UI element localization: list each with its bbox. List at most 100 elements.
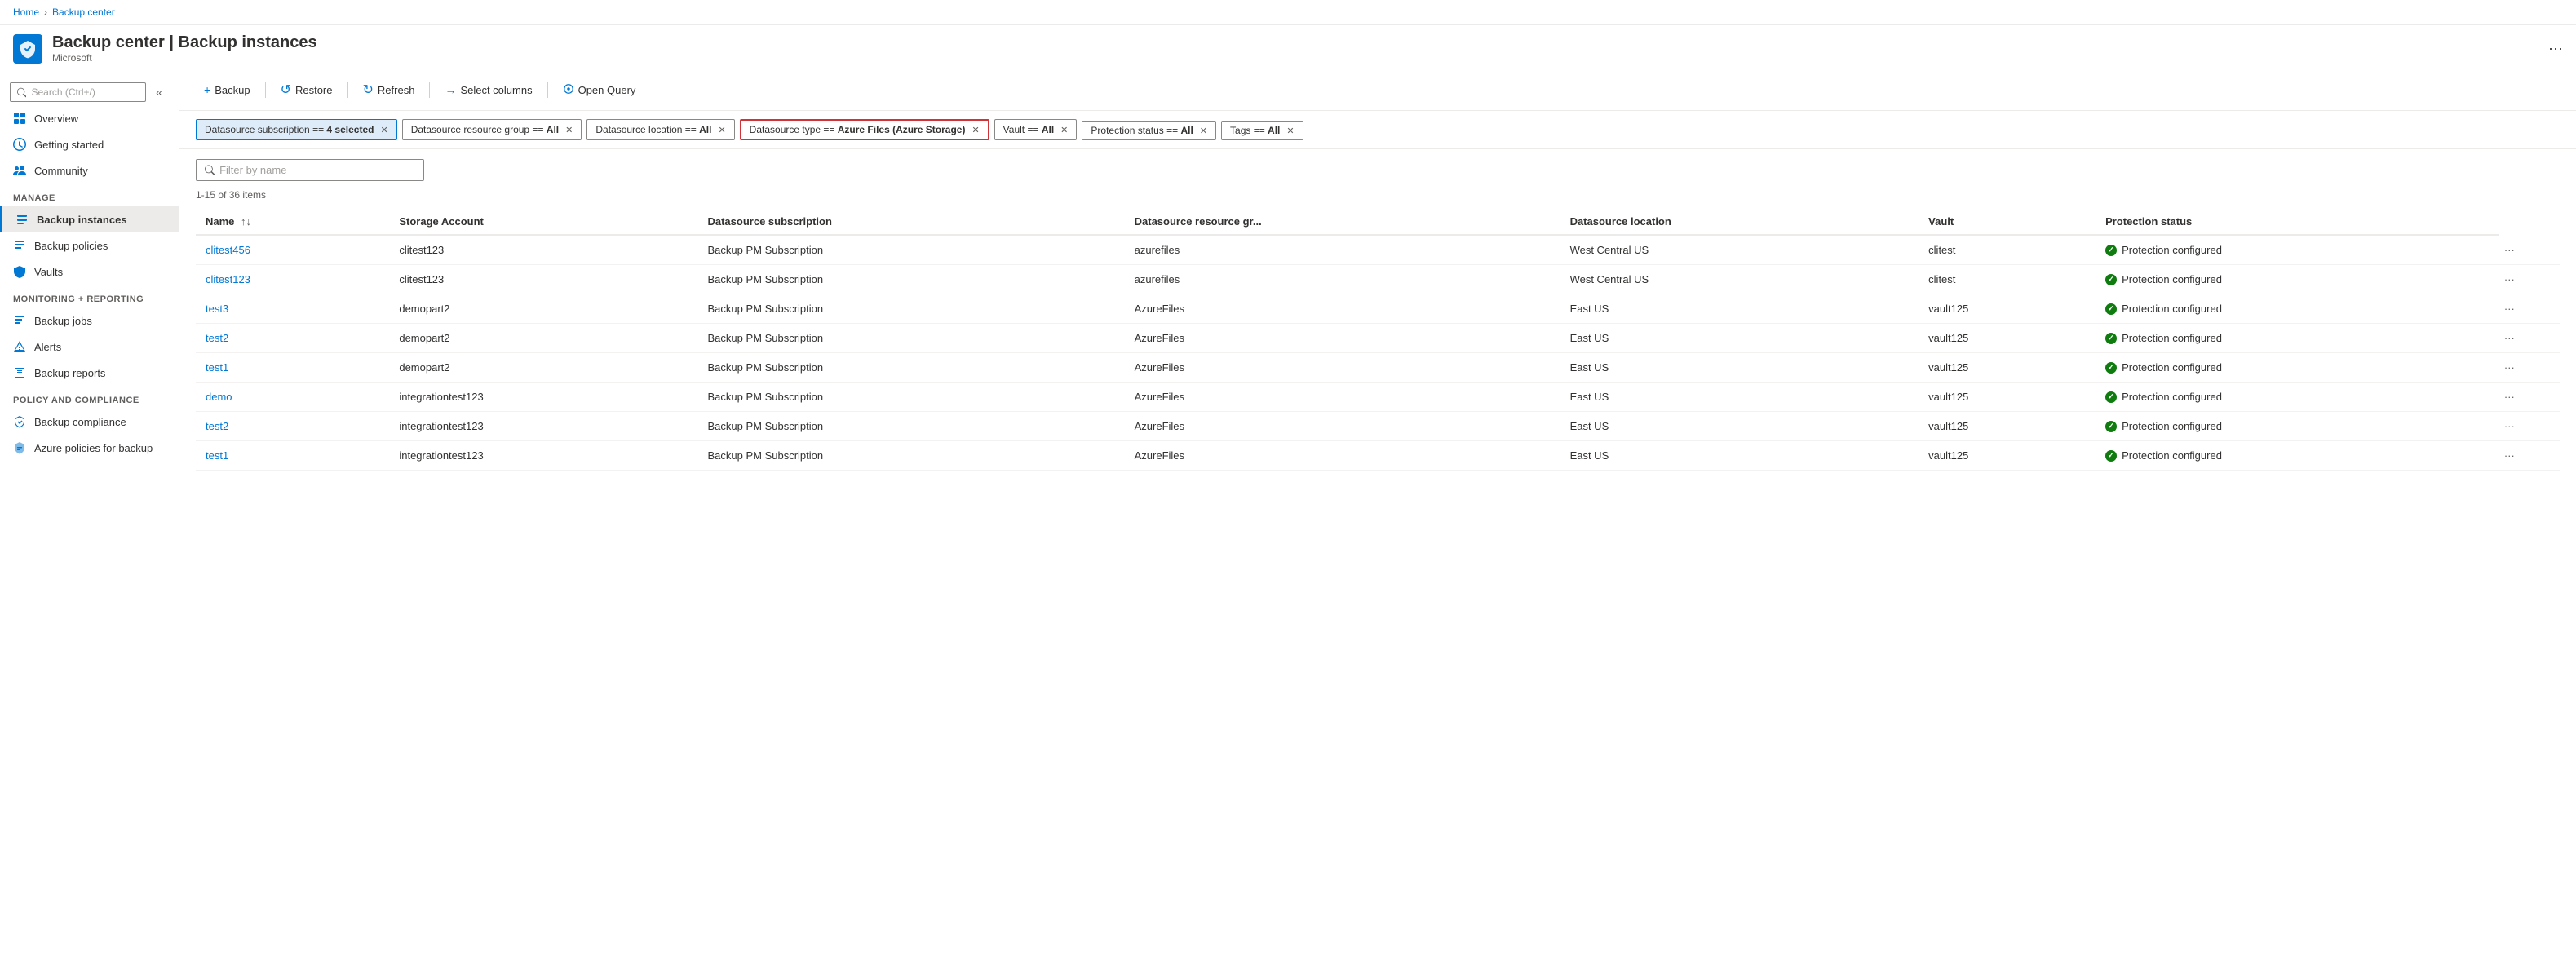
status-text: Protection configured: [2122, 332, 2222, 344]
cell-more[interactable]: ···: [2499, 441, 2560, 471]
cell-name: test1: [196, 441, 389, 471]
sidebar-item-label: Alerts: [34, 341, 61, 353]
status-indicator: [2105, 421, 2117, 432]
open-query-button[interactable]: Open Query: [555, 79, 644, 101]
cell-more[interactable]: ···: [2499, 294, 2560, 324]
sidebar-collapse-button[interactable]: «: [149, 82, 169, 102]
filter-close-icon[interactable]: ✕: [718, 125, 725, 135]
cell-more[interactable]: ···: [2499, 265, 2560, 294]
status-indicator: [2105, 391, 2117, 403]
cell-more[interactable]: ···: [2499, 412, 2560, 441]
filter-close-icon[interactable]: ✕: [972, 125, 979, 135]
filter-datasource-subscription[interactable]: Datasource subscription == 4 selected ✕: [196, 119, 397, 140]
sidebar-item-alerts[interactable]: Alerts: [0, 334, 179, 360]
cell-location: East US: [1560, 353, 1919, 383]
sidebar-item-azure-policies[interactable]: Azure policies for backup: [0, 435, 179, 461]
cell-subscription: Backup PM Subscription: [697, 353, 1124, 383]
filter-vault[interactable]: Vault == All ✕: [994, 119, 1078, 140]
breadcrumb-home[interactable]: Home: [13, 7, 39, 18]
cell-subscription: Backup PM Subscription: [697, 235, 1124, 265]
filter-close-icon[interactable]: ✕: [1060, 125, 1068, 135]
cell-more[interactable]: ···: [2499, 383, 2560, 412]
col-datasource-location[interactable]: Datasource location: [1560, 209, 1919, 235]
sidebar-item-vaults[interactable]: Vaults: [0, 259, 179, 285]
cell-location: East US: [1560, 294, 1919, 324]
col-protection-status[interactable]: Protection status: [2096, 209, 2499, 235]
cell-more[interactable]: ···: [2499, 324, 2560, 353]
filter-protection-status[interactable]: Protection status == All ✕: [1082, 121, 1216, 140]
filter-datasource-type[interactable]: Datasource type == Azure Files (Azure St…: [740, 119, 989, 140]
sidebar-item-overview[interactable]: Overview: [0, 105, 179, 131]
overview-icon: [13, 112, 26, 125]
filter-tags[interactable]: Tags == All ✕: [1221, 121, 1303, 140]
cell-resource-group: AzureFiles: [1125, 353, 1560, 383]
toolbar: + Backup ↺ Restore ↻ Refresh → Select co…: [179, 69, 2576, 111]
sort-icon[interactable]: ↑↓: [241, 215, 251, 228]
status-indicator: [2105, 333, 2117, 344]
filter-close-icon[interactable]: ✕: [380, 125, 387, 135]
sidebar-item-backup-compliance[interactable]: Backup compliance: [0, 409, 179, 435]
table-row: test2 integrationtest123 Backup PM Subsc…: [196, 412, 2560, 441]
cell-subscription: Backup PM Subscription: [697, 412, 1124, 441]
sidebar-item-backup-reports[interactable]: Backup reports: [0, 360, 179, 386]
col-storage-account[interactable]: Storage Account: [389, 209, 697, 235]
status-text: Protection configured: [2122, 391, 2222, 403]
cell-storage-account: clitest123: [389, 235, 697, 265]
toolbar-separator: [265, 82, 266, 98]
status-text: Protection configured: [2122, 449, 2222, 462]
col-datasource-resource-group[interactable]: Datasource resource gr...: [1125, 209, 1560, 235]
sidebar-item-community[interactable]: Community: [0, 157, 179, 184]
cell-subscription: Backup PM Subscription: [697, 265, 1124, 294]
filter-by-name-input[interactable]: [219, 164, 415, 176]
backup-plus-icon: +: [204, 83, 210, 96]
cell-resource-group: AzureFiles: [1125, 294, 1560, 324]
sidebar-item-backup-jobs[interactable]: Backup jobs: [0, 307, 179, 334]
cell-name: test2: [196, 324, 389, 353]
cell-location: West Central US: [1560, 235, 1919, 265]
col-name[interactable]: Name ↑↓: [196, 209, 389, 235]
sidebar-item-getting-started[interactable]: Getting started: [0, 131, 179, 157]
table-row: test1 demopart2 Backup PM Subscription A…: [196, 353, 2560, 383]
cell-resource-group: AzureFiles: [1125, 441, 1560, 471]
cell-status: Protection configured: [2096, 235, 2499, 265]
col-datasource-subscription[interactable]: Datasource subscription: [697, 209, 1124, 235]
table-row: demo integrationtest123 Backup PM Subscr…: [196, 383, 2560, 412]
cell-storage-account: clitest123: [389, 265, 697, 294]
table-row: test3 demopart2 Backup PM Subscription A…: [196, 294, 2560, 324]
cell-more[interactable]: ···: [2499, 235, 2560, 265]
table-area: 1-15 of 36 items Name ↑↓ Storage Account…: [179, 149, 2576, 480]
sidebar-item-backup-policies[interactable]: Backup policies: [0, 232, 179, 259]
cell-storage-account: integrationtest123: [389, 383, 697, 412]
sidebar-item-label: Backup instances: [37, 214, 127, 226]
backup-jobs-icon: [13, 314, 26, 327]
cell-vault: vault125: [1919, 324, 2096, 353]
backup-button[interactable]: + Backup: [196, 79, 259, 100]
sidebar-item-backup-instances[interactable]: Backup instances: [0, 206, 179, 232]
cell-vault: vault125: [1919, 383, 2096, 412]
backup-policies-icon: [13, 239, 26, 252]
cell-vault: clitest: [1919, 265, 2096, 294]
main-content: + Backup ↺ Restore ↻ Refresh → Select co…: [179, 69, 2576, 969]
cell-more[interactable]: ···: [2499, 353, 2560, 383]
sidebar-search-input[interactable]: [31, 86, 139, 98]
breadcrumb-current[interactable]: Backup center: [52, 7, 115, 18]
filter-close-icon[interactable]: ✕: [1200, 126, 1207, 136]
refresh-button[interactable]: ↻ Refresh: [355, 77, 423, 102]
filter-datasource-resource-group[interactable]: Datasource resource group == All ✕: [402, 119, 582, 140]
restore-button[interactable]: ↺ Restore: [272, 77, 341, 102]
col-vault[interactable]: Vault: [1919, 209, 2096, 235]
filter-close-icon[interactable]: ✕: [1286, 126, 1294, 136]
more-options-button[interactable]: ···: [2548, 40, 2563, 57]
cell-vault: vault125: [1919, 412, 2096, 441]
refresh-icon: ↻: [363, 82, 374, 98]
filter-datasource-location[interactable]: Datasource location == All ✕: [586, 119, 734, 140]
cell-name: clitest123: [196, 265, 389, 294]
manage-section-label: Manage: [0, 184, 179, 206]
filter-close-icon[interactable]: ✕: [565, 125, 573, 135]
breadcrumb: Home › Backup center: [0, 0, 2576, 25]
select-columns-button[interactable]: → Select columns: [436, 79, 540, 100]
cell-vault: vault125: [1919, 441, 2096, 471]
cell-resource-group: AzureFiles: [1125, 412, 1560, 441]
cell-resource-group: AzureFiles: [1125, 383, 1560, 412]
cell-subscription: Backup PM Subscription: [697, 294, 1124, 324]
